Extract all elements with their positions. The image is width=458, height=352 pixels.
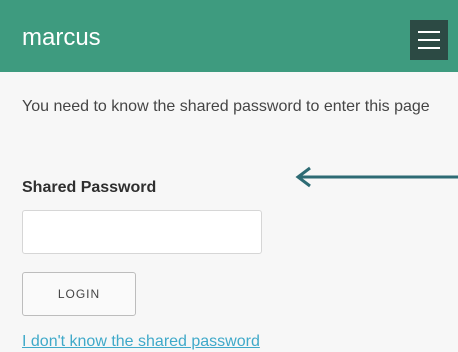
site-title[interactable]: marcus [22,24,101,52]
login-button[interactable]: LOGIN [22,272,136,316]
menu-line-3 [418,47,440,49]
shared-password-input[interactable] [22,210,262,254]
left-arrow-icon [295,166,458,188]
menu-line-1 [418,31,440,33]
hamburger-menu-button[interactable] [410,20,448,60]
intro-text: You need to know the shared password to … [22,98,430,115]
forgot-password-link[interactable]: I don't know the shared password [22,332,260,352]
menu-line-2 [418,39,440,41]
header-bar: marcus [0,0,458,72]
shared-password-label: Shared Password [22,179,157,196]
